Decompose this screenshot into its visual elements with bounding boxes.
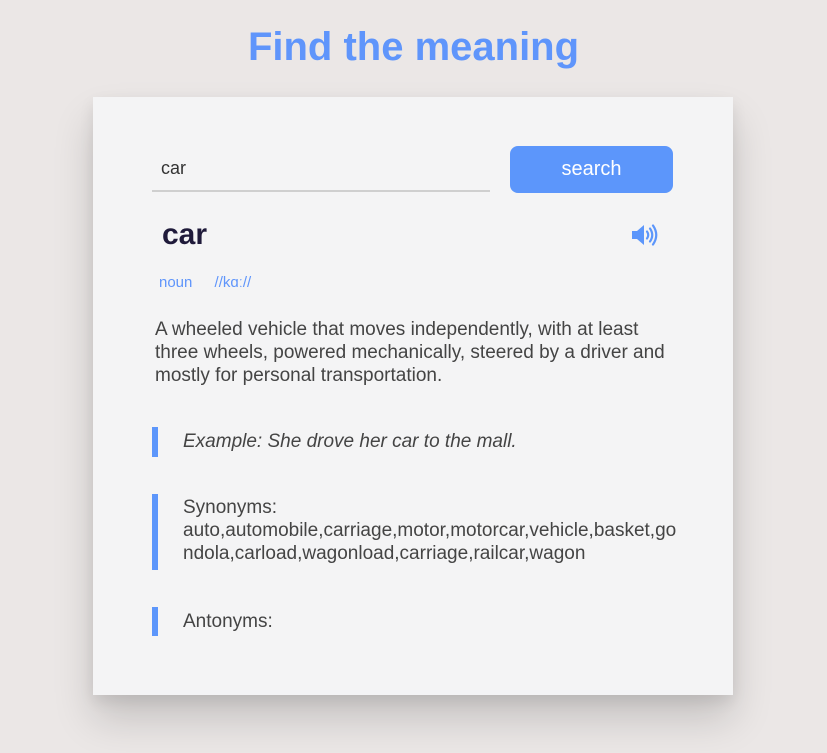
example-text: Example: She drove her car to the mall. [183, 431, 517, 452]
part-of-speech: noun [159, 274, 193, 291]
phonetics: noun //kɑː// [159, 274, 251, 292]
antonyms-label: Antonyms: [183, 611, 273, 632]
result-word: car [162, 218, 208, 251]
speaker-icon[interactable] [631, 223, 659, 247]
dictionary-card: search car noun //kɑː// A wheeled vehicl… [93, 97, 733, 695]
synonyms-list: auto,automobile,carriage,motor,motorcar,… [183, 520, 677, 564]
synonyms-label: Synonyms: [183, 497, 277, 518]
antonyms-block: Antonyms: [152, 607, 677, 636]
search-input[interactable] [152, 146, 490, 192]
page-title: Find the meaning [247, 25, 580, 69]
definition: A wheeled vehicle that moves independent… [155, 319, 665, 386]
search-button[interactable]: search [510, 146, 673, 193]
synonyms-block: Synonyms: auto,automobile,carriage,motor… [152, 494, 677, 570]
pronunciation: //kɑː// [214, 274, 252, 291]
example-block: Example: She drove her car to the mall. [152, 427, 677, 457]
